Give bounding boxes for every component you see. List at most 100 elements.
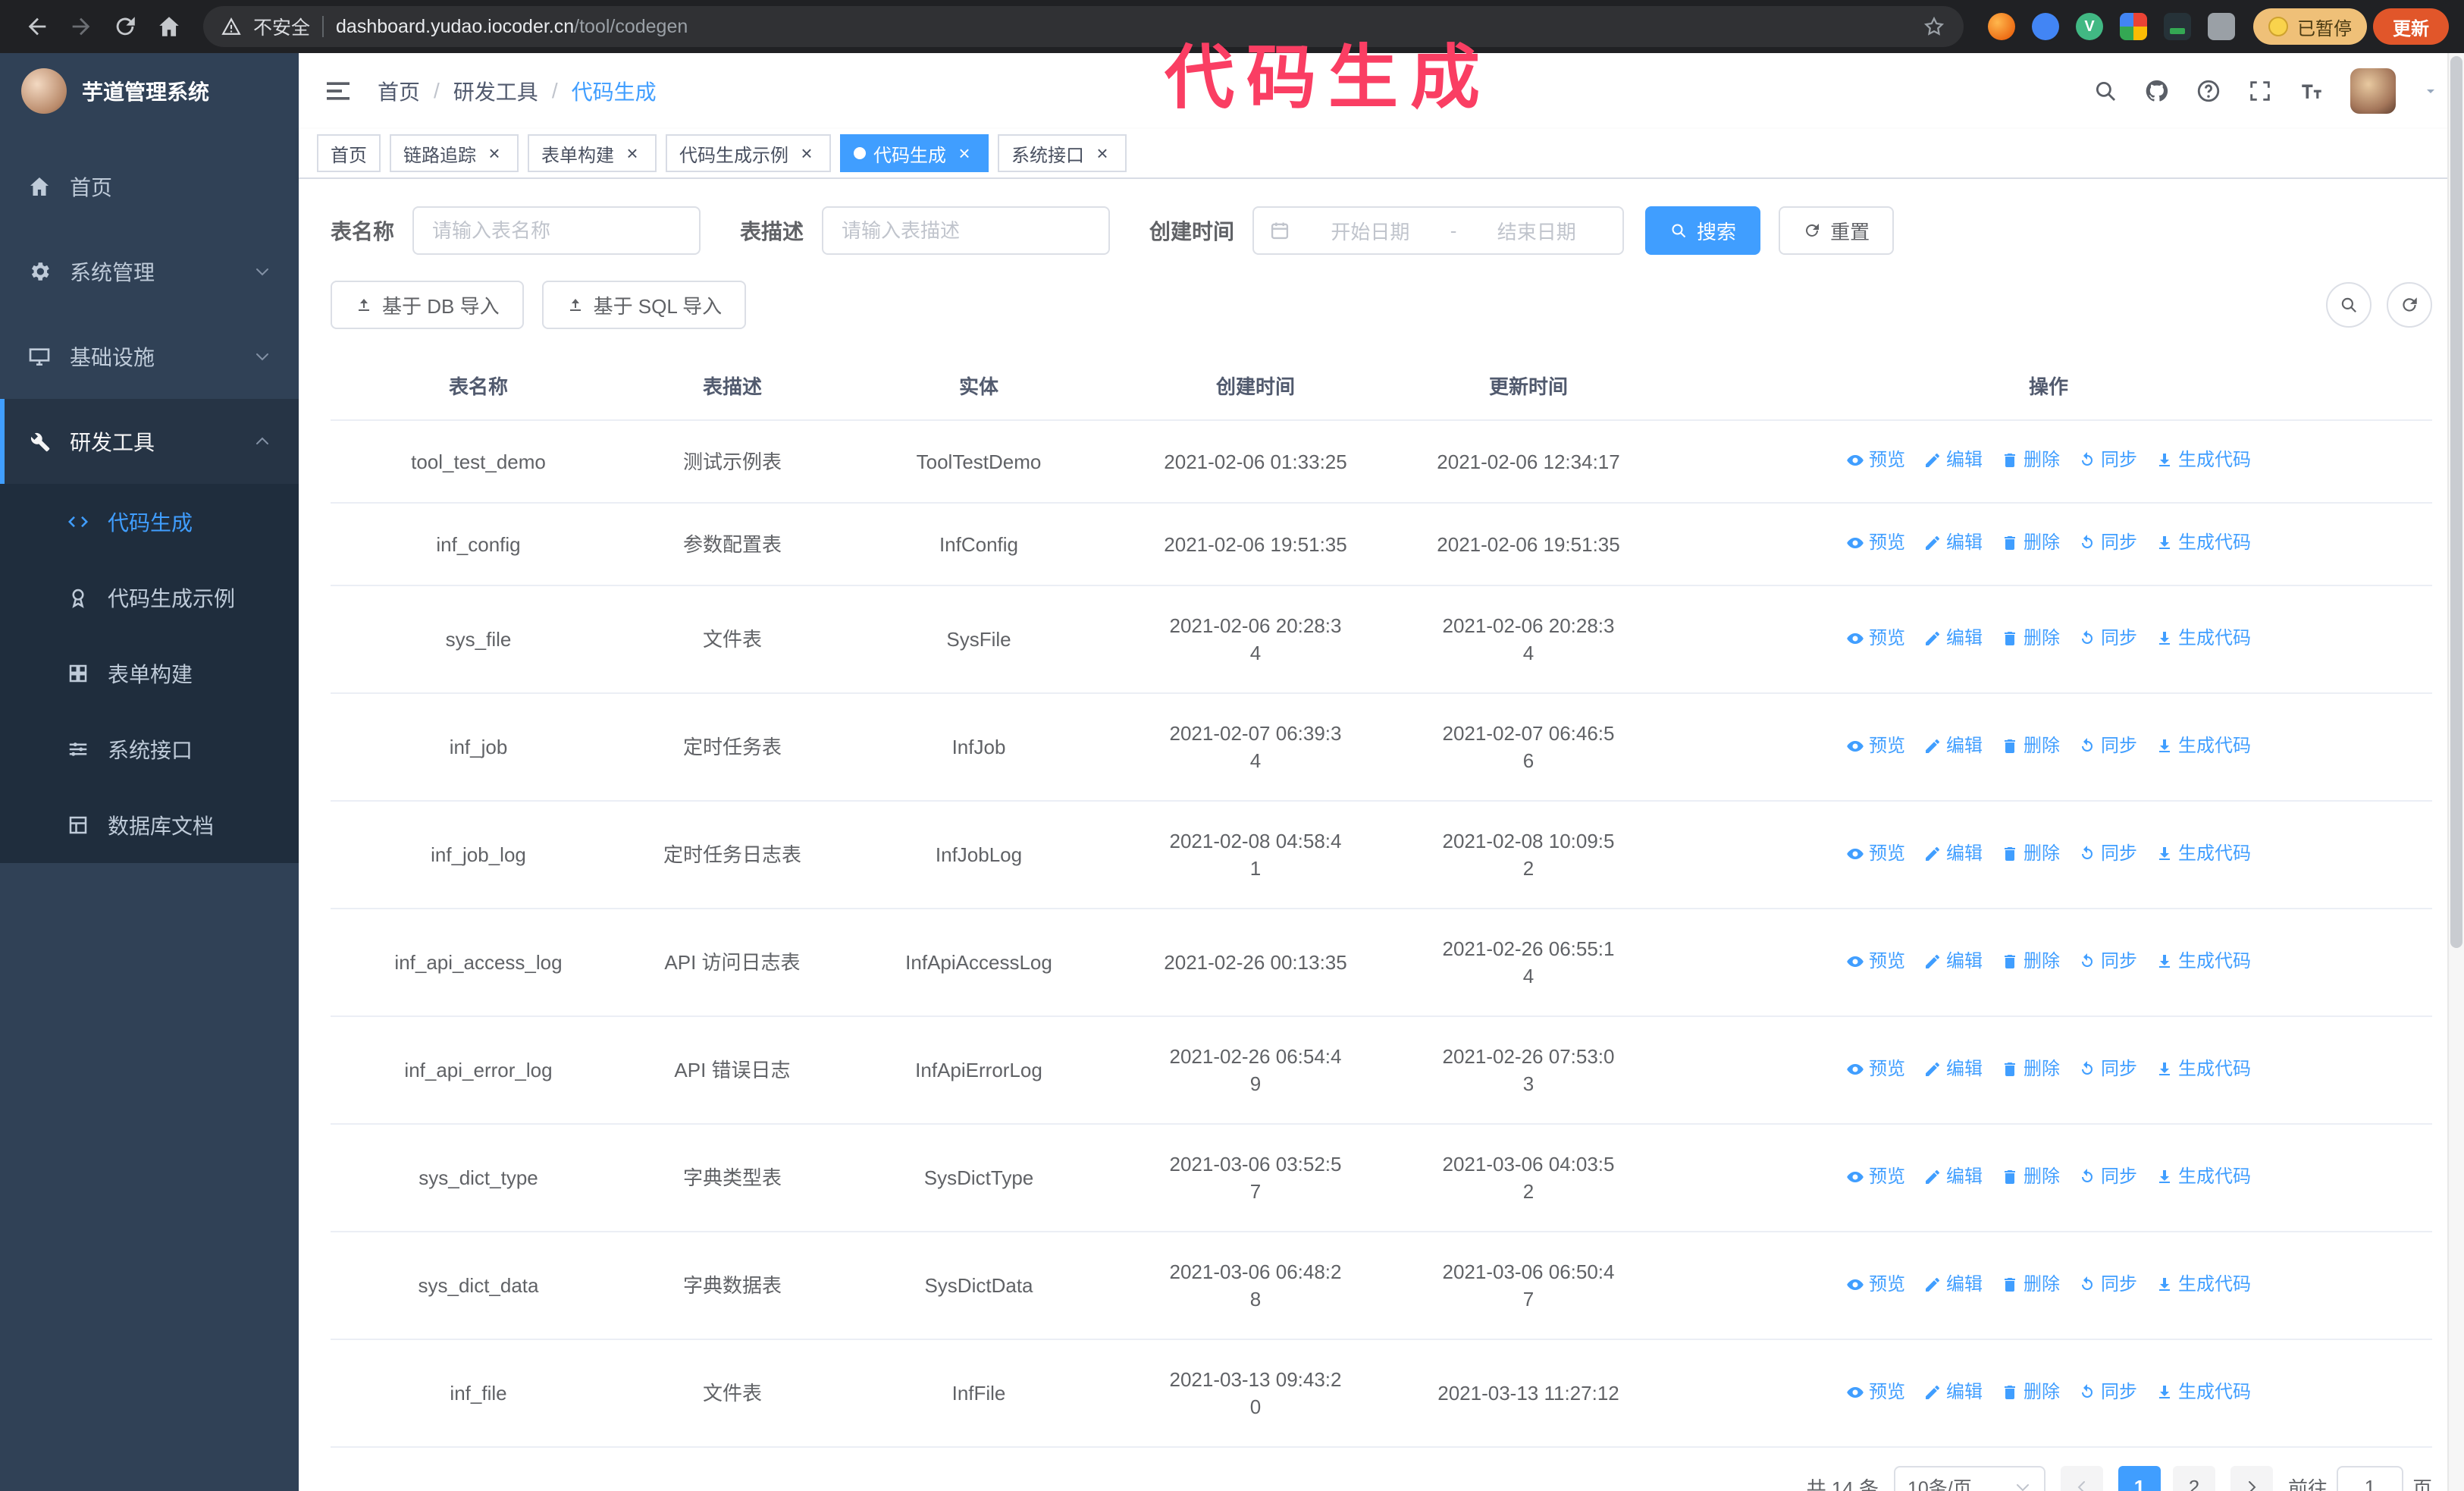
action-generate-code[interactable]: 生成代码 — [2155, 1379, 2251, 1406]
tab-codegen[interactable]: 代码生成 × — [840, 134, 989, 172]
close-icon[interactable]: × — [484, 143, 505, 164]
close-icon[interactable]: × — [796, 143, 817, 164]
action-preview[interactable]: 预览 — [1846, 1163, 1905, 1191]
help-icon[interactable] — [2196, 78, 2221, 104]
update-button[interactable]: 更新 — [2373, 8, 2449, 45]
action-delete[interactable]: 删除 — [2001, 948, 2060, 975]
page-1-button[interactable]: 1 — [2118, 1466, 2161, 1491]
action-sync[interactable]: 同步 — [2078, 625, 2137, 652]
import-db-button[interactable]: 基于 DB 导入 — [331, 281, 524, 329]
action-preview[interactable]: 预览 — [1846, 733, 1905, 760]
action-preview[interactable]: 预览 — [1846, 447, 1905, 474]
sidebar-item-infrastructure[interactable]: 基础设施 — [0, 314, 299, 399]
tab-system-api[interactable]: 系统接口 × — [998, 134, 1127, 172]
action-sync[interactable]: 同步 — [2078, 1163, 2137, 1191]
reset-button[interactable]: 重置 — [1779, 206, 1895, 255]
action-edit[interactable]: 编辑 — [1923, 840, 1983, 868]
action-sync[interactable]: 同步 — [2078, 1056, 2137, 1083]
app-logo[interactable]: 芋道管理系统 — [0, 53, 299, 129]
url-bar[interactable]: 不安全 dashboard.yudao.iocoder.cn/tool/code… — [203, 6, 1964, 47]
sidebar-item-home[interactable]: 首页 — [0, 144, 299, 229]
action-sync[interactable]: 同步 — [2078, 733, 2137, 760]
close-icon[interactable]: × — [622, 143, 643, 164]
action-delete[interactable]: 删除 — [2001, 1271, 2060, 1298]
action-preview[interactable]: 预览 — [1846, 840, 1905, 868]
action-generate-code[interactable]: 生成代码 — [2155, 447, 2251, 474]
search-button[interactable]: 搜索 — [1645, 206, 1761, 255]
hamburger-icon[interactable] — [323, 76, 353, 106]
page-size-select[interactable]: 10条/页 — [1893, 1466, 2045, 1491]
action-delete[interactable]: 删除 — [2001, 1163, 2060, 1191]
action-preview[interactable]: 预览 — [1846, 948, 1905, 975]
sidebar-item-system[interactable]: 系统管理 — [0, 229, 299, 314]
back-button[interactable] — [24, 14, 50, 39]
action-sync[interactable]: 同步 — [2078, 840, 2137, 868]
import-sql-button[interactable]: 基于 SQL 导入 — [541, 281, 747, 329]
toggle-search-button[interactable] — [2326, 282, 2372, 328]
action-preview[interactable]: 预览 — [1846, 1379, 1905, 1406]
close-icon[interactable]: × — [1092, 143, 1113, 164]
action-edit[interactable]: 编辑 — [1923, 1056, 1983, 1083]
action-sync[interactable]: 同步 — [2078, 447, 2137, 474]
breadcrumb-item[interactable]: 首页 — [378, 76, 420, 106]
action-sync[interactable]: 同步 — [2078, 1271, 2137, 1298]
action-delete[interactable]: 删除 — [2001, 447, 2060, 474]
action-generate-code[interactable]: 生成代码 — [2155, 840, 2251, 868]
close-icon[interactable]: × — [954, 143, 975, 164]
action-edit[interactable]: 编辑 — [1923, 733, 1983, 760]
action-preview[interactable]: 预览 — [1846, 1056, 1905, 1083]
action-generate-code[interactable]: 生成代码 — [2155, 948, 2251, 975]
tab-home[interactable]: 首页 — [317, 134, 381, 172]
sidebar-item-system-api[interactable]: 系统接口 — [0, 711, 299, 787]
extension-icon[interactable] — [2032, 13, 2059, 40]
action-generate-code[interactable]: 生成代码 — [2155, 625, 2251, 652]
fullscreen-icon[interactable] — [2247, 78, 2273, 104]
prev-page-button[interactable] — [2060, 1466, 2103, 1491]
action-generate-code[interactable]: 生成代码 — [2155, 529, 2251, 557]
sidebar-item-db-doc[interactable]: 数据库文档 — [0, 787, 299, 863]
table-desc-input[interactable] — [822, 206, 1111, 255]
extension-icon[interactable] — [1988, 13, 2015, 40]
action-delete[interactable]: 删除 — [2001, 733, 2060, 760]
action-preview[interactable]: 预览 — [1846, 1271, 1905, 1298]
refresh-table-button[interactable] — [2387, 282, 2432, 328]
next-page-button[interactable] — [2230, 1466, 2273, 1491]
action-generate-code[interactable]: 生成代码 — [2155, 1163, 2251, 1191]
sidebar-item-codegen-example[interactable]: 代码生成示例 — [0, 560, 299, 636]
browser-scrollbar[interactable] — [2447, 53, 2464, 1491]
table-name-input[interactable] — [412, 206, 701, 255]
action-delete[interactable]: 删除 — [2001, 529, 2060, 557]
scrollbar-thumb[interactable] — [2450, 56, 2462, 948]
action-generate-code[interactable]: 生成代码 — [2155, 1056, 2251, 1083]
action-delete[interactable]: 删除 — [2001, 840, 2060, 868]
extension-icon[interactable] — [2120, 13, 2147, 40]
extension-vue-icon[interactable]: V — [2076, 13, 2103, 40]
action-edit[interactable]: 编辑 — [1923, 1271, 1983, 1298]
tab-codegen-example[interactable]: 代码生成示例 × — [666, 134, 831, 172]
extensions-puzzle-icon[interactable] — [2208, 13, 2235, 40]
action-sync[interactable]: 同步 — [2078, 1379, 2137, 1406]
action-edit[interactable]: 编辑 — [1923, 625, 1983, 652]
action-edit[interactable]: 编辑 — [1923, 948, 1983, 975]
breadcrumb-item[interactable]: 代码生成 — [572, 76, 657, 106]
action-delete[interactable]: 删除 — [2001, 1379, 2060, 1406]
date-range-picker[interactable]: 开始日期 - 结束日期 — [1252, 206, 1625, 255]
action-delete[interactable]: 删除 — [2001, 625, 2060, 652]
action-generate-code[interactable]: 生成代码 — [2155, 1271, 2251, 1298]
action-preview[interactable]: 预览 — [1846, 529, 1905, 557]
action-edit[interactable]: 编辑 — [1923, 529, 1983, 557]
sidebar-item-devtools[interactable]: 研发工具 — [0, 399, 299, 484]
home-button[interactable] — [156, 14, 182, 39]
action-generate-code[interactable]: 生成代码 — [2155, 733, 2251, 760]
tab-tracer[interactable]: 链路追踪 × — [390, 134, 519, 172]
font-size-icon[interactable] — [2299, 78, 2324, 104]
reload-button[interactable] — [112, 14, 138, 39]
forward-button[interactable] — [68, 14, 94, 39]
paused-badge[interactable]: 已暂停 — [2253, 8, 2367, 45]
action-sync[interactable]: 同步 — [2078, 948, 2137, 975]
action-sync[interactable]: 同步 — [2078, 529, 2137, 557]
page-2-button[interactable]: 2 — [2172, 1466, 2215, 1491]
action-preview[interactable]: 预览 — [1846, 625, 1905, 652]
action-delete[interactable]: 删除 — [2001, 1056, 2060, 1083]
tab-form-builder[interactable]: 表单构建 × — [528, 134, 657, 172]
